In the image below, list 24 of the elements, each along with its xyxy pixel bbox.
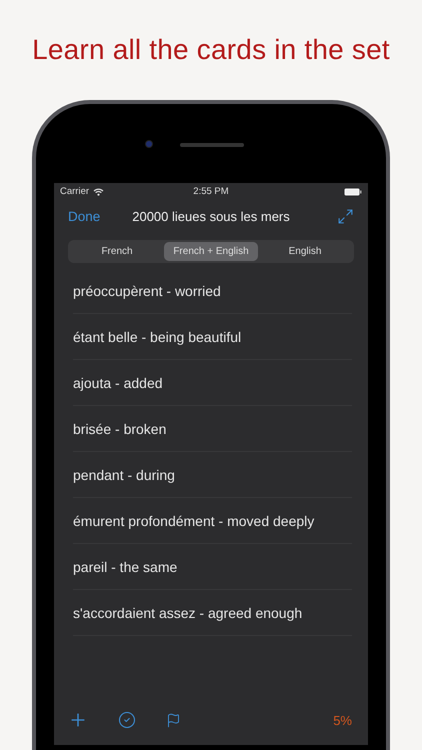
check-circle-icon[interactable] <box>118 711 136 729</box>
progress-label: 5% <box>333 712 352 728</box>
card-text: ajouta - added <box>73 374 163 390</box>
segment-tab[interactable]: French <box>70 242 164 261</box>
carrier-label: Carrier <box>60 186 90 197</box>
flag-icon[interactable] <box>166 712 181 728</box>
card-text: s'accordaient assez - agreed enough <box>73 604 302 620</box>
wifi-icon <box>93 188 104 196</box>
card-text: préoccupèrent - worried <box>73 282 221 298</box>
expand-icon[interactable] <box>337 208 354 225</box>
segment-tab[interactable]: English <box>258 242 352 261</box>
card-text: pendant - during <box>73 466 175 482</box>
battery-icon <box>344 188 362 196</box>
camera-icon <box>145 140 153 148</box>
speaker-grille <box>180 143 244 147</box>
segment-tab[interactable]: French + English <box>164 242 258 261</box>
card-text: pareil - the same <box>73 558 178 574</box>
status-time: 2:55 PM <box>193 186 229 197</box>
card-text: brisée - broken <box>73 420 166 436</box>
card-text: émurent profondément - moved deeply <box>73 512 314 528</box>
headline: Learn all the cards in the set <box>32 33 390 67</box>
card-text: étant belle - being beautiful <box>73 328 242 344</box>
done-button[interactable]: Done <box>68 209 100 224</box>
set-title: 20000 lieues sous les mers <box>131 209 291 224</box>
